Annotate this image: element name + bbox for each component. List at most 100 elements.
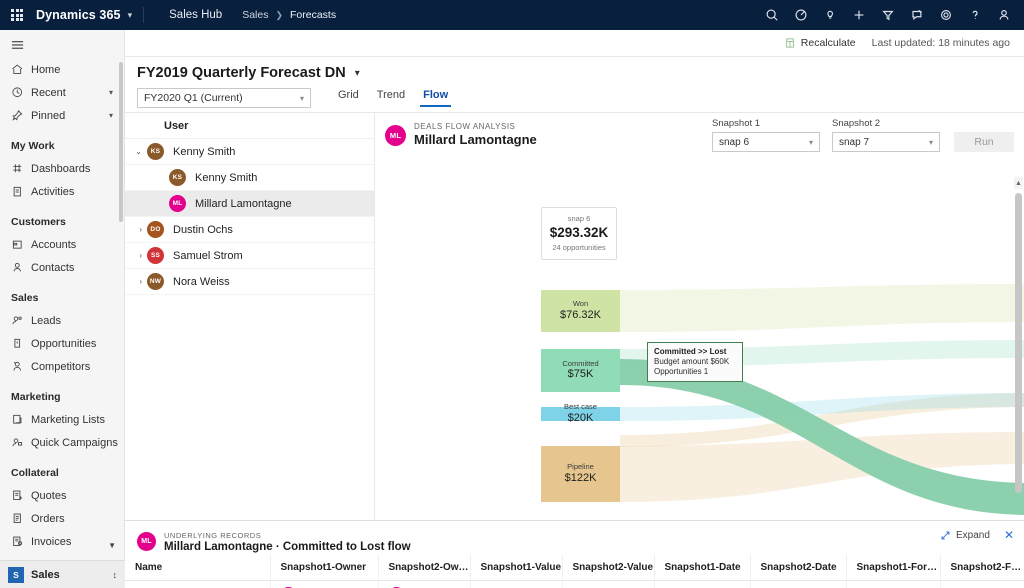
sidebar-item-competitors[interactable]: Competitors [0, 355, 124, 378]
snapshot1-value: snap 6 [719, 137, 749, 148]
sankey-node-left_nodes-best-case[interactable]: Best case$20K [541, 407, 620, 421]
snapshot-opportunity-count: 24 opportunities [544, 243, 614, 252]
sankey-node-left_nodes-won[interactable]: Won$76.32K [541, 290, 620, 332]
page-title: FY2019 Quarterly Forecast DN [137, 65, 346, 81]
expand-button[interactable]: Expand [940, 530, 990, 541]
quick-campaigns-icon [11, 436, 27, 449]
records-table: NameSnapshot1-OwnerSnapshot2-OwnerSnapsh… [125, 555, 1024, 588]
sidebar-item-contacts[interactable]: Contacts [0, 256, 124, 279]
recalculate-icon [784, 37, 796, 49]
tree-row-samuel-strom[interactable]: ›SSSamuel Strom [125, 243, 374, 269]
tree-column-header-user: User [125, 113, 374, 139]
sidebar-item-label: Invoices [31, 536, 71, 548]
sidebar-item-dashboards[interactable]: Dashboards [0, 157, 124, 180]
sidebar-item-opportunities[interactable]: Opportunities [0, 332, 124, 355]
period-select-value: FY2020 Q1 (Current) [144, 92, 243, 104]
gear-icon[interactable] [931, 0, 960, 30]
table-column-header[interactable]: Name [125, 555, 270, 581]
app-launcher-icon[interactable] [0, 9, 34, 21]
table-column-header[interactable]: Snapshot2-Owner [378, 555, 470, 581]
sidebar-item-activities[interactable]: Activities [0, 180, 124, 203]
opportunities-icon [11, 337, 27, 350]
table-column-header[interactable]: Snapshot2-Forecast... [940, 555, 1024, 581]
search-icon[interactable] [757, 0, 786, 30]
tab-flow[interactable]: Flow [414, 89, 457, 107]
link-won-to-won[interactable] [620, 284, 1024, 332]
tooltip-budget: Budget amount $60K [654, 357, 737, 366]
tree-row-nora-weiss[interactable]: ›NWNora Weiss [125, 269, 374, 295]
help-icon[interactable] [960, 0, 989, 30]
cell-snapshot1-forecast: Committed [846, 581, 940, 588]
contact-icon [11, 261, 27, 274]
flow-scroll-up-icon[interactable]: ▲ [1014, 177, 1023, 189]
sidebar-area-switcher[interactable]: S Sales ↕ [0, 560, 125, 588]
snapshot2-group: Snapshot 2 snap 7 ▾ [832, 118, 940, 152]
forecast-selector-chevron-down-icon[interactable]: ▾ [355, 68, 360, 79]
flow-user-name: Millard Lamontagne [414, 132, 537, 147]
table-column-header[interactable]: Snapshot1-Owner [270, 555, 378, 581]
tab-grid[interactable]: Grid [329, 89, 368, 107]
cell-snapshot2-date: 2020/02/04 [750, 581, 846, 588]
table-column-header[interactable]: Snapshot1-Forec... [846, 555, 940, 581]
period-select[interactable]: FY2020 Q1 (Current) ▾ [137, 88, 311, 108]
chevron-down-icon[interactable]: ▾ [109, 88, 113, 97]
sidebar-scrollbar-thumb[interactable] [119, 62, 123, 222]
tree-row-dustin-ochs[interactable]: ›DODustin Ochs [125, 217, 374, 243]
brand-chevron-down-icon[interactable]: ▾ [128, 10, 133, 21]
chevron-down-icon: ▾ [300, 94, 304, 103]
tree-expander-icon[interactable]: › [125, 251, 147, 260]
tree-row-label: Kenny Smith [195, 172, 257, 184]
sidebar-group-my-work: My Work [0, 127, 124, 157]
sidebar-item-leads[interactable]: Leads [0, 309, 124, 332]
target-icon[interactable] [786, 0, 815, 30]
table-column-header[interactable]: Snapshot1-Date [654, 555, 750, 581]
sidebar-item-invoices[interactable]: Invoices [0, 530, 124, 552]
snapshot1-select[interactable]: snap 6 ▾ [712, 132, 820, 152]
filter-icon[interactable] [873, 0, 902, 30]
sidebar-item-pinned[interactable]: Pinned▾ [0, 104, 124, 127]
flow-scrollbar-thumb[interactable] [1015, 193, 1022, 493]
tree-expander-icon[interactable]: › [125, 225, 147, 234]
chevron-down-icon[interactable]: ▾ [109, 111, 113, 120]
sidebar-scroll-down-icon[interactable]: ▼ [108, 541, 116, 550]
sidebar-item-marketing-lists[interactable]: Marketing Lists [0, 408, 124, 431]
tree-row-kenny-smith[interactable]: KSKenny Smith [125, 165, 374, 191]
tree-row-label: Dustin Ochs [173, 224, 233, 236]
sidebar-item-recent[interactable]: Recent▾ [0, 81, 124, 104]
chevron-updown-icon[interactable]: ↕ [113, 570, 118, 580]
lightbulb-icon[interactable] [815, 0, 844, 30]
cell-name[interactable]: Dell LED monitors [125, 581, 270, 588]
tree-row-millard-lamontagne[interactable]: MLMillard Lamontagne [125, 191, 374, 217]
table-row[interactable]: Dell LED monitorsMLMillard LamontagneMLM… [125, 581, 1024, 588]
plus-icon[interactable] [844, 0, 873, 30]
recalculate-button[interactable]: Recalculate [784, 37, 856, 49]
table-column-header[interactable]: Snapshot2-Date [750, 555, 846, 581]
close-icon[interactable]: ✕ [1004, 529, 1014, 541]
sidebar-item-quotes[interactable]: Quotes [0, 484, 124, 507]
recalculate-label: Recalculate [801, 37, 856, 49]
run-button[interactable]: Run [954, 132, 1014, 152]
app-name[interactable]: Sales Hub [169, 9, 222, 21]
sankey-link-tooltip: Committed >> LostBudget amount $60KOppor… [647, 342, 743, 382]
tree-expander-icon[interactable]: › [125, 277, 147, 286]
breadcrumb-item-forecasts[interactable]: Forecasts [290, 9, 336, 21]
sidebar-item-accounts[interactable]: Accounts [0, 233, 124, 256]
sidebar-item-label: Marketing Lists [31, 414, 105, 426]
tree-expander-icon[interactable]: ⌄ [125, 147, 147, 156]
sidebar-item-orders[interactable]: Orders [0, 507, 124, 530]
sidebar-item-quick-campaigns[interactable]: Quick Campaigns [0, 431, 124, 454]
tree-row-kenny-smith[interactable]: ⌄KSKenny Smith [125, 139, 374, 165]
sankey-node-left_nodes-committed[interactable]: Committed$75K [541, 349, 620, 392]
tab-trend[interactable]: Trend [368, 89, 414, 107]
sankey-node-left_nodes-pipeline[interactable]: Pipeline$122K [541, 446, 620, 502]
breadcrumb-item-sales[interactable]: Sales [242, 9, 268, 21]
assistant-icon[interactable] [902, 0, 931, 30]
user-icon[interactable] [989, 0, 1018, 30]
left-sidebar: HomeRecent▾Pinned▾My WorkDashboardsActiv… [0, 30, 125, 588]
avatar: KS [147, 143, 164, 160]
snapshot2-select[interactable]: snap 7 ▾ [832, 132, 940, 152]
table-column-header[interactable]: Snapshot1-Value [470, 555, 562, 581]
table-column-header[interactable]: Snapshot2-Value [562, 555, 654, 581]
hamburger-menu-icon[interactable] [0, 30, 124, 58]
sidebar-item-home[interactable]: Home [0, 58, 124, 81]
